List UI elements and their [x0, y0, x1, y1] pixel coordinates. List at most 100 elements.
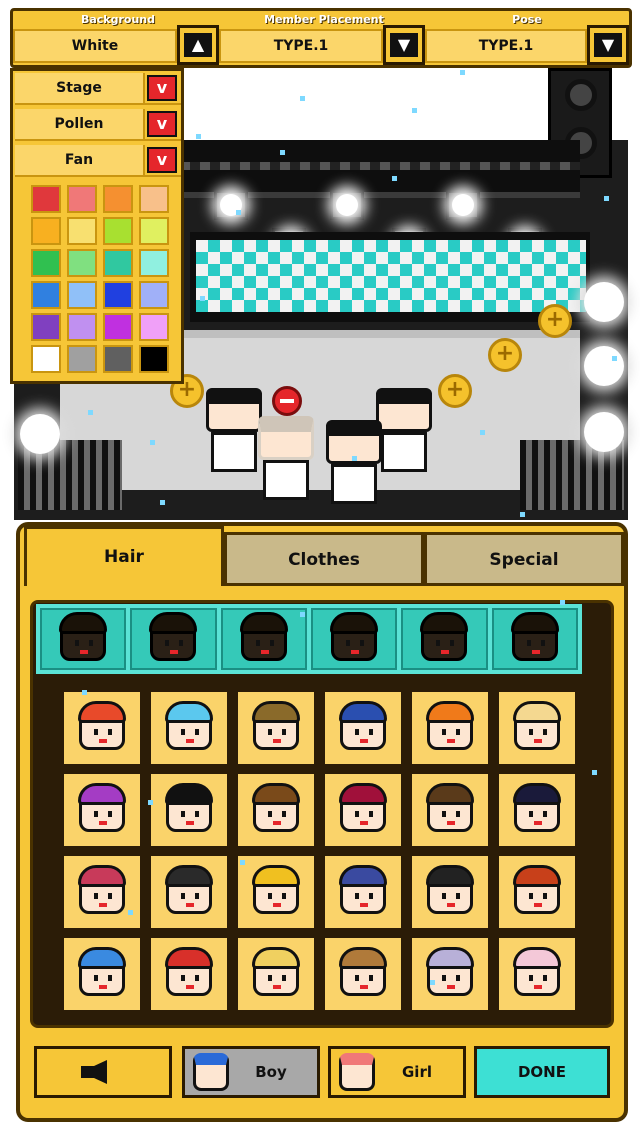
color-swatch[interactable]	[31, 217, 61, 245]
back-button[interactable]	[34, 1046, 172, 1098]
hair-style-icon[interactable]	[410, 854, 490, 930]
color-swatch[interactable]	[31, 185, 61, 213]
color-swatch[interactable]	[103, 249, 133, 277]
tab-hair[interactable]: Hair	[24, 526, 224, 586]
girl-label: Girl	[402, 1063, 432, 1081]
hair-color-row	[36, 604, 582, 674]
color-swatch[interactable]	[31, 345, 61, 373]
settings-bar: Background White ▲ Member Placement TYPE…	[10, 8, 632, 68]
color-swatch[interactable]	[67, 313, 97, 341]
color-swatch[interactable]	[139, 217, 169, 245]
confetti-piece	[592, 770, 597, 775]
hair-style-icon[interactable]	[236, 936, 316, 1012]
pose-value[interactable]: TYPE.1	[425, 29, 587, 63]
color-swatch[interactable]	[103, 345, 133, 373]
hair-style-icon[interactable]	[62, 690, 142, 766]
hair-style-icon[interactable]	[62, 936, 142, 1012]
face-icon	[252, 783, 300, 832]
color-swatch[interactable]	[67, 345, 97, 373]
face-icon	[426, 701, 474, 750]
color-swatch[interactable]	[103, 313, 133, 341]
done-button[interactable]: DONE	[474, 1046, 610, 1098]
background-toggle-button[interactable]: ▲	[177, 25, 219, 65]
color-swatch[interactable]	[103, 185, 133, 213]
hair-style-icon[interactable]	[236, 772, 316, 848]
tab-special[interactable]: Special	[424, 532, 624, 586]
hair-style-icon[interactable]	[40, 608, 127, 670]
girl-button[interactable]: Girl	[328, 1046, 466, 1098]
color-swatch[interactable]	[139, 313, 169, 341]
hair-style-icon[interactable]	[410, 690, 490, 766]
add-member-icon[interactable]: +	[438, 374, 472, 408]
hair-style-icon[interactable]	[149, 690, 229, 766]
hair-style-icon[interactable]	[323, 936, 403, 1012]
face-icon	[252, 701, 300, 750]
hair-style-icon[interactable]	[130, 608, 217, 670]
up-arrow-icon: ▲	[184, 33, 212, 57]
face-icon	[149, 612, 198, 661]
member-placement-toggle-button[interactable]: ▼	[383, 25, 425, 65]
add-member-icon[interactable]: +	[488, 338, 522, 372]
stage-color-row[interactable]: Stage v	[15, 73, 181, 105]
chevron-down-icon[interactable]: v	[147, 75, 177, 101]
member-character[interactable]	[326, 420, 382, 504]
hair-style-icon[interactable]	[410, 772, 490, 848]
color-swatch[interactable]	[67, 217, 97, 245]
face-icon	[78, 947, 126, 996]
confetti-piece	[392, 176, 397, 181]
remove-member-icon[interactable]	[272, 386, 302, 416]
hair-style-icon[interactable]	[401, 608, 488, 670]
color-swatch[interactable]	[139, 281, 169, 309]
boy-label: Boy	[255, 1063, 287, 1081]
confetti-piece	[352, 456, 357, 461]
hair-style-icon[interactable]	[62, 854, 142, 930]
color-swatch[interactable]	[103, 281, 133, 309]
add-member-icon[interactable]: +	[538, 304, 572, 338]
color-swatch[interactable]	[31, 313, 61, 341]
color-swatch[interactable]	[67, 185, 97, 213]
color-swatch[interactable]	[139, 185, 169, 213]
hair-style-icon[interactable]	[311, 608, 398, 670]
member-character[interactable]	[376, 388, 432, 472]
hair-style-icon[interactable]	[236, 690, 316, 766]
chevron-down-icon[interactable]: v	[147, 111, 177, 137]
hair-style-icon[interactable]	[62, 772, 142, 848]
hair-style-icon[interactable]	[149, 854, 229, 930]
hair-style-icon[interactable]	[497, 854, 577, 930]
confetti-piece	[148, 800, 153, 805]
boy-button[interactable]: Boy	[182, 1046, 320, 1098]
member-placement-value[interactable]: TYPE.1	[219, 29, 383, 63]
background-value[interactable]: White	[13, 29, 177, 63]
hair-style-icon[interactable]	[149, 936, 229, 1012]
hair-style-icon[interactable]	[323, 772, 403, 848]
color-swatch[interactable]	[31, 249, 61, 277]
hair-style-icon[interactable]	[220, 608, 307, 670]
confetti-piece	[150, 440, 155, 445]
pose-toggle-button[interactable]: ▼	[587, 25, 629, 65]
hair-style-icon[interactable]	[323, 854, 403, 930]
face-icon	[513, 947, 561, 996]
hair-style-icon[interactable]	[236, 854, 316, 930]
hair-style-icon[interactable]	[149, 772, 229, 848]
color-swatch[interactable]	[67, 281, 97, 309]
color-swatch[interactable]	[67, 249, 97, 277]
selected-member-character[interactable]	[258, 416, 314, 500]
color-swatch[interactable]	[31, 281, 61, 309]
hair-style-icon[interactable]	[497, 690, 577, 766]
tab-clothes[interactable]: Clothes	[224, 532, 424, 586]
hair-style-icon[interactable]	[497, 772, 577, 848]
color-swatch[interactable]	[139, 249, 169, 277]
hair-style-icon[interactable]	[323, 690, 403, 766]
chevron-down-icon[interactable]: v	[147, 147, 177, 173]
color-swatch[interactable]	[139, 345, 169, 373]
pollen-color-row[interactable]: Pollen v	[15, 109, 181, 141]
hair-style-icon[interactable]	[491, 608, 578, 670]
fan-color-row[interactable]: Fan v	[15, 145, 181, 177]
confetti-piece	[236, 210, 241, 215]
color-swatch[interactable]	[103, 217, 133, 245]
face-icon	[426, 947, 474, 996]
confetti-piece	[240, 860, 245, 865]
hair-style-icon[interactable]	[497, 936, 577, 1012]
hair-style-icon[interactable]	[410, 936, 490, 1012]
member-character[interactable]	[206, 388, 262, 472]
